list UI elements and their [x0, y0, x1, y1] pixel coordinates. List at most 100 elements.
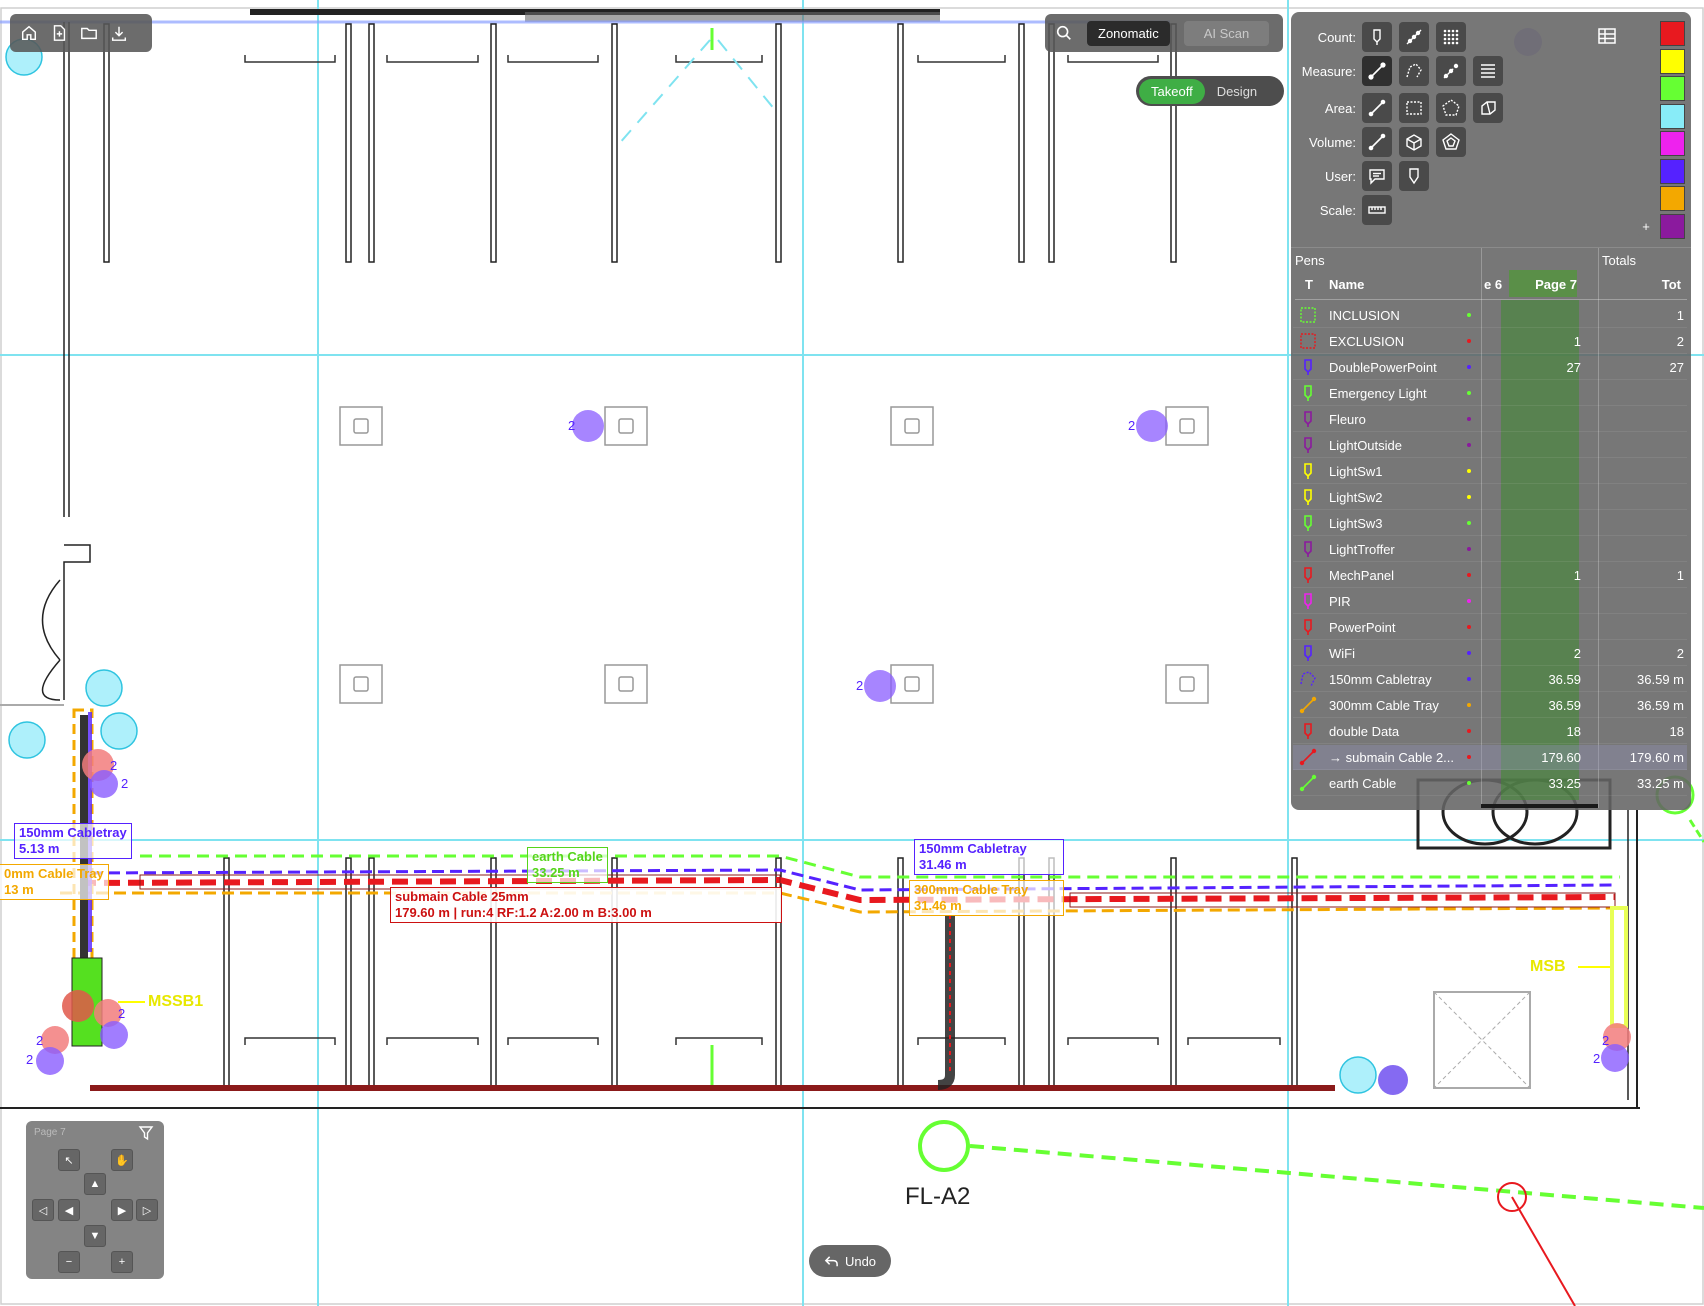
- table-view-button[interactable]: [1592, 21, 1622, 51]
- pen-row[interactable]: double Data 18 18: [1293, 719, 1687, 744]
- pen-row[interactable]: LightSw3: [1293, 511, 1687, 536]
- scan-toolbar: Zonomatic AI Scan: [1045, 14, 1283, 52]
- pen-type-icon: [1299, 670, 1317, 688]
- pen-row[interactable]: Fleuro: [1293, 407, 1687, 432]
- pen-row[interactable]: → submain Cable 2... 179.60 179.60 m: [1293, 745, 1687, 770]
- label-300mm-tray-left[interactable]: 0mm Cable Tray 13 m: [0, 864, 109, 900]
- count-badge: 2: [568, 418, 576, 433]
- count-line-button[interactable]: [1399, 22, 1429, 52]
- label-submain-cable[interactable]: submain Cable 25mm 179.60 m | run:4 RF:1…: [390, 887, 782, 923]
- color-swatch-green[interactable]: [1660, 76, 1685, 101]
- pen-row[interactable]: MechPanel 1 1: [1293, 563, 1687, 588]
- open-folder-button[interactable]: [74, 18, 104, 48]
- measure-segments-button[interactable]: [1436, 56, 1466, 86]
- color-swatch-orange[interactable]: [1660, 186, 1685, 211]
- pin-icon: [1409, 168, 1419, 185]
- pan-left-button[interactable]: ◀: [58, 1199, 80, 1221]
- col-prev-page-header[interactable]: e 6: [1484, 277, 1502, 292]
- add-color-button[interactable]: +: [1638, 218, 1654, 236]
- pan-down-button[interactable]: ▼: [84, 1225, 106, 1247]
- file-toolbar: [10, 14, 152, 52]
- count-badge: 2: [118, 1006, 126, 1021]
- pen-row[interactable]: Emergency Light: [1293, 381, 1687, 406]
- pen-color-dot: [1467, 755, 1471, 759]
- ai-scan-button[interactable]: AI Scan: [1183, 20, 1270, 46]
- measure-line-button[interactable]: [1362, 56, 1392, 86]
- takeoff-mode-button[interactable]: Takeoff: [1139, 78, 1205, 104]
- zoom-in-button[interactable]: +: [111, 1251, 133, 1273]
- new-file-button[interactable]: [44, 18, 74, 48]
- pen-type-icon: [1299, 384, 1317, 402]
- color-swatch-blue[interactable]: [1660, 159, 1685, 184]
- pen-type-icon: [1299, 748, 1317, 766]
- label-150mm-cabletray-mid[interactable]: 150mm Cabletray 31.46 m: [914, 839, 1064, 875]
- volume-line-icon: [1368, 133, 1386, 151]
- download-button[interactable]: [104, 18, 134, 48]
- pen-row[interactable]: PIR: [1293, 589, 1687, 614]
- page-last-button[interactable]: ▷: [136, 1199, 158, 1221]
- design-mode-button[interactable]: Design: [1205, 79, 1269, 104]
- scale-button[interactable]: [1362, 195, 1392, 225]
- pen-type-icon: [1299, 644, 1317, 662]
- pen-name: 300mm Cable Tray: [1329, 698, 1439, 713]
- label-earth-cable[interactable]: earth Cable 33.25 m: [527, 847, 608, 883]
- volume-label: Volume:: [1309, 134, 1356, 150]
- area-rectangle-button[interactable]: [1399, 93, 1429, 123]
- zonomatic-button[interactable]: Zonomatic: [1087, 20, 1170, 46]
- color-swatch-cyan[interactable]: [1660, 104, 1685, 129]
- pen-row[interactable]: LightSw2: [1293, 485, 1687, 510]
- color-swatch-magenta[interactable]: [1660, 131, 1685, 156]
- pen-total-value: 2: [1676, 646, 1684, 661]
- pen-row[interactable]: WiFi 2 2: [1293, 641, 1687, 666]
- label-length: 31.46 m: [919, 857, 967, 872]
- pen-row[interactable]: LightOutside: [1293, 433, 1687, 458]
- count-badge: 2: [121, 776, 129, 791]
- comment-button[interactable]: [1362, 161, 1392, 191]
- pan-tool-button[interactable]: ✋: [111, 1149, 133, 1171]
- pen-row[interactable]: LightSw1: [1293, 459, 1687, 484]
- pen-row[interactable]: earth Cable 33.25 33.25 m: [1293, 771, 1687, 796]
- home-button[interactable]: [14, 18, 44, 48]
- pen-row[interactable]: PowerPoint: [1293, 615, 1687, 640]
- label-150mm-cabletray-left[interactable]: 150mm Cabletray 5.13 m: [14, 823, 132, 859]
- pen-row[interactable]: EXCLUSION 1 2: [1293, 329, 1687, 354]
- filter-button[interactable]: [138, 1125, 154, 1141]
- col-page7-header[interactable]: Page 7: [1509, 270, 1577, 297]
- area-wall-button[interactable]: [1473, 93, 1503, 123]
- pen-type-icon: [1299, 514, 1317, 532]
- pen-row[interactable]: LightTroffer: [1293, 537, 1687, 562]
- pen-row[interactable]: INCLUSION 1: [1293, 303, 1687, 328]
- search-button[interactable]: [1049, 18, 1079, 48]
- volume-box-button[interactable]: [1399, 127, 1429, 157]
- pen-row[interactable]: 150mm Cabletray 36.59 36.59 m: [1293, 667, 1687, 692]
- volume-line-button[interactable]: [1362, 127, 1392, 157]
- page-first-button[interactable]: ◁: [32, 1199, 54, 1221]
- select-tool-button[interactable]: ↖: [58, 1149, 80, 1171]
- color-swatch-yellow[interactable]: [1660, 49, 1685, 74]
- count-grid-button[interactable]: [1436, 22, 1466, 52]
- pen-row[interactable]: DoublePowerPoint 27 27: [1293, 355, 1687, 380]
- measure-polyline-button[interactable]: [1399, 56, 1429, 86]
- pen-type-icon: [1299, 488, 1317, 506]
- zoom-out-button[interactable]: −: [58, 1251, 80, 1273]
- area-line-button[interactable]: [1362, 93, 1392, 123]
- area-polygon-button[interactable]: [1436, 93, 1466, 123]
- pan-up-button[interactable]: ▲: [84, 1173, 106, 1195]
- label-300mm-tray-mid[interactable]: 300mm Cable Tray 31.46 m: [909, 880, 1064, 916]
- pen-row[interactable]: 300mm Cable Tray 36.59 36.59 m: [1293, 693, 1687, 718]
- measure-list-button[interactable]: [1473, 56, 1503, 86]
- volume-polygon-button[interactable]: [1436, 127, 1466, 157]
- pen-color-dot: [1467, 677, 1471, 681]
- col-total-header[interactable]: Tot: [1631, 277, 1681, 292]
- pan-right-button[interactable]: ▶: [111, 1199, 133, 1221]
- pen-total-value: 179.60 m: [1629, 750, 1684, 765]
- color-swatch-purple[interactable]: [1660, 214, 1685, 239]
- undo-button[interactable]: Undo: [809, 1245, 891, 1277]
- col-name-header[interactable]: Name: [1329, 277, 1364, 292]
- count-single-button[interactable]: [1362, 22, 1392, 52]
- pin-button[interactable]: [1399, 161, 1429, 191]
- color-swatch-red[interactable]: [1660, 21, 1685, 46]
- pen-page-value: 1: [1573, 334, 1581, 349]
- pen-type-icon: [1299, 436, 1317, 454]
- scale-label: Scale:: [1319, 202, 1356, 218]
